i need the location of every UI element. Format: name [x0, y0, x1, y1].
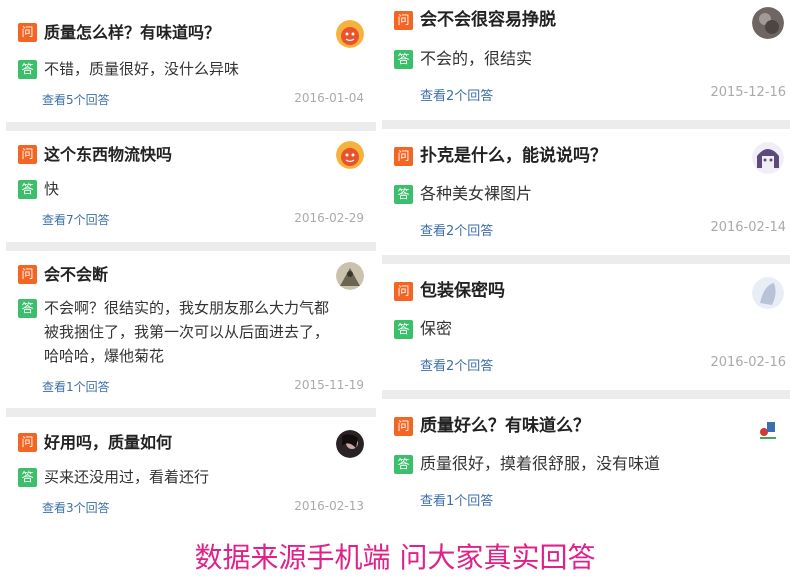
anime-avatar: [752, 142, 784, 174]
question-tag: 问: [18, 23, 37, 42]
question-tag: 问: [394, 11, 413, 30]
question-row: 问 质量好么？有味道么？: [394, 417, 590, 436]
card-divider: [6, 122, 376, 131]
question-date: 2015-12-16: [710, 85, 786, 100]
question-card[interactable]: 问 会不会断 答 不会啊？很结实的，我女朋友那么大力气都被我捆住了，我第一次可以…: [6, 251, 376, 406]
view-answers-link[interactable]: 查看1个回答: [420, 490, 493, 509]
question-card[interactable]: 问 包装保密吗 答 保密 查看2个回答 2016-02-16: [382, 264, 790, 389]
answer-row: 答 质量很好，摸着很舒服，没有味道: [394, 454, 661, 476]
view-answers-link[interactable]: 查看1个回答: [42, 378, 110, 395]
question-text: 会不会很容易挣脱: [420, 10, 556, 30]
answer-text: 保密: [420, 319, 453, 338]
card-divider: [382, 390, 790, 399]
question-date: 2016-02-14: [710, 220, 786, 235]
question-text: 包装保密吗: [420, 281, 505, 301]
view-answers-link[interactable]: 查看2个回答: [420, 220, 493, 239]
answer-row: 答 买来还没用过，看着还行: [18, 468, 209, 489]
question-date: 2015-11-19: [294, 378, 364, 392]
answer-tag: 答: [394, 455, 413, 474]
question-date: 2016-02-13: [294, 499, 364, 513]
question-text: 扑克是什么，能说说吗？: [420, 146, 607, 166]
question-card[interactable]: 问 会不会很容易挣脱 答 不会的，很结实 查看2个回答 2015-12-16: [382, 0, 790, 120]
orange-cartoon-avatar: [336, 20, 364, 48]
answer-row: 答 不会的，很结实: [394, 49, 533, 71]
question-row: 问 包装保密吗: [394, 282, 505, 301]
view-answers-link[interactable]: 查看2个回答: [420, 85, 493, 104]
card-divider: [382, 255, 790, 264]
grey-photo-avatar: [752, 7, 784, 39]
question-text: 好用吗，质量如何: [44, 433, 173, 452]
question-card[interactable]: 问 质量怎么样？有味道吗？ 答 不错，质量很好，没什么异味 查看5个回答 201…: [6, 0, 376, 120]
answer-row: 答 不错，质量很好，没什么异味: [18, 60, 239, 81]
answer-row: 答 快: [18, 180, 59, 201]
view-answers-link[interactable]: 查看2个回答: [420, 355, 493, 374]
view-answers-link[interactable]: 查看3个回答: [42, 499, 110, 516]
question-card[interactable]: 问 扑克是什么，能说说吗？ 答 各种美女裸图片 查看2个回答 2016-02-1…: [382, 129, 790, 254]
answer-tag: 答: [18, 180, 37, 199]
question-tag: 问: [18, 145, 37, 164]
question-row: 问 会不会很容易挣脱: [394, 11, 556, 30]
card-divider: [6, 408, 376, 417]
question-tag: 问: [394, 282, 413, 301]
question-tag: 问: [18, 265, 37, 284]
view-answers-link[interactable]: 查看5个回答: [42, 91, 110, 108]
question-text: 会不会断: [44, 265, 109, 284]
answer-text: 买来还没用过，看着还行: [44, 468, 210, 486]
card-divider: [382, 120, 790, 129]
dark-photo-avatar: [336, 430, 364, 458]
answer-text: 质量很好，摸着很舒服，没有味道: [420, 454, 661, 473]
question-text: 这个东西物流快吗: [44, 145, 173, 164]
question-row: 问 好用吗，质量如何: [18, 433, 172, 452]
question-card[interactable]: 问 这个东西物流快吗 答 快 查看7个回答 2016-02-29: [6, 131, 376, 241]
answer-row: 答 各种美女裸图片: [394, 184, 533, 206]
photo-avatar: [336, 262, 364, 290]
question-tag: 问: [394, 147, 413, 166]
question-card[interactable]: 问 好用吗，质量如何 答 买来还没用过，看着还行 查看3个回答 2016-02-…: [6, 417, 376, 527]
answer-tag: 答: [18, 468, 37, 487]
question-text: 质量好么？有味道么？: [420, 416, 590, 436]
question-row: 问 扑克是什么，能说说吗？: [394, 147, 607, 166]
small-icon-avatar: [752, 412, 784, 444]
question-date: 2016-01-04: [294, 91, 364, 105]
answer-tag: 答: [394, 50, 413, 69]
answer-row: 答 保密: [394, 319, 453, 341]
answer-text: 快: [44, 180, 60, 198]
light-photo-avatar: [752, 277, 784, 309]
answer-tag: 答: [394, 320, 413, 339]
question-row: 问 这个东西物流快吗: [18, 145, 172, 164]
question-text: 质量怎么样？有味道吗？: [44, 23, 221, 42]
question-tag: 问: [18, 433, 37, 452]
view-answers-link[interactable]: 查看7个回答: [42, 211, 110, 228]
answer-text: 不会啊？很结实的，我女朋友那么大力气都被我捆住了，我第一次可以从后面进去了，哈哈…: [44, 299, 330, 365]
orange-cartoon-avatar: [336, 141, 364, 169]
question-tag: 问: [394, 417, 413, 436]
question-date: 2016-02-29: [294, 211, 364, 225]
footer-caption: 数据来源手机端 问大家真实回答: [194, 541, 596, 574]
answer-tag: 答: [18, 60, 37, 79]
answer-text: 各种美女裸图片: [420, 184, 533, 203]
answer-tag: 答: [18, 299, 37, 318]
question-row: 问 质量怎么样？有味道吗？: [18, 23, 220, 42]
answer-text: 不错，质量很好，没什么异味: [44, 60, 240, 78]
card-divider: [6, 242, 376, 251]
answer-tag: 答: [394, 185, 413, 204]
answer-text: 不会的，很结实: [420, 49, 533, 68]
question-row: 问 会不会断: [18, 265, 108, 284]
answer-row: 答 不会啊？很结实的，我女朋友那么大力气都被我捆住了，我第一次可以从后面进去了，…: [18, 299, 338, 368]
question-card[interactable]: 问 质量好么？有味道么？ 答 质量很好，摸着很舒服，没有味道 查看1个回答: [382, 399, 790, 524]
question-date: 2016-02-16: [710, 355, 786, 370]
